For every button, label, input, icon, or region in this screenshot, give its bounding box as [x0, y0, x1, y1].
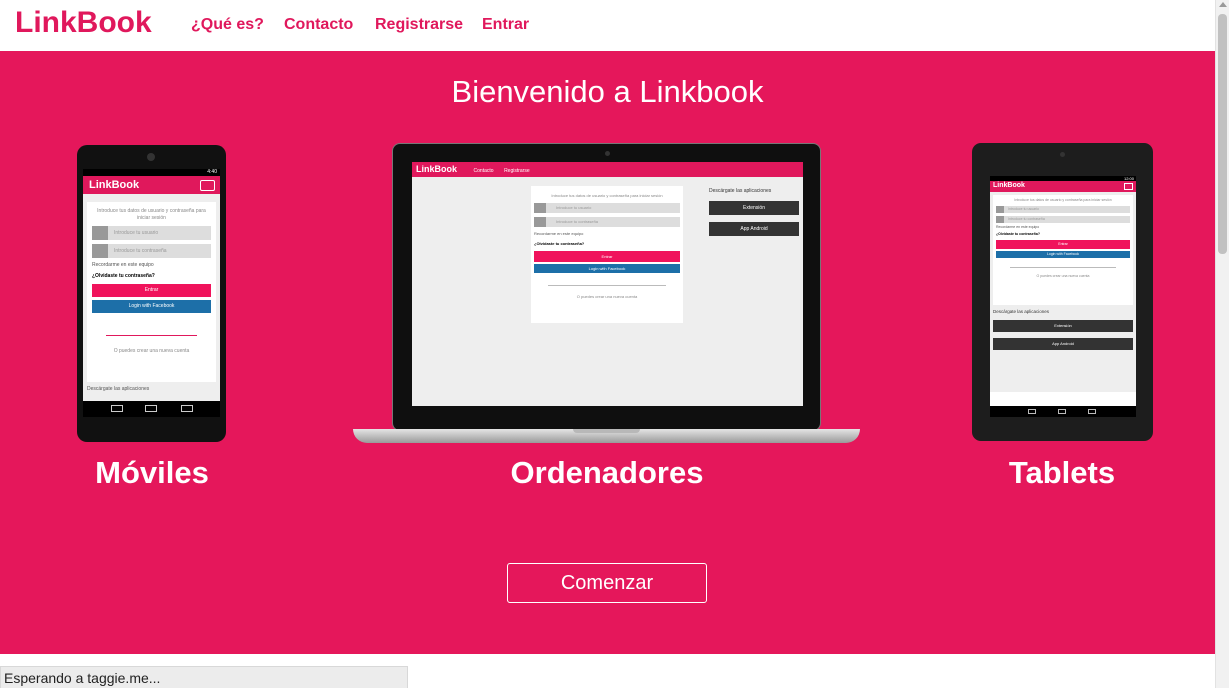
nav-link-registrarse[interactable]: Registrarse [375, 16, 463, 34]
laptop-android-button: App Android [709, 222, 799, 236]
lock-icon [534, 217, 546, 227]
tablet-screen: 12:00 LinkBook Introduce tus datos de us… [990, 176, 1136, 406]
laptop-login-intro: Introduce tus datos de usuario y contras… [551, 193, 663, 198]
phone-signup-text: O puedes crear una nueva cuenta [113, 348, 190, 354]
phone-app-bar: LinkBook [83, 176, 220, 194]
laptop-divider [548, 285, 666, 286]
laptop-app-brand: LinkBook [416, 164, 458, 174]
tablet-login-card: Introduce tus datos de usuario y contras… [993, 195, 1133, 305]
phone-camera [147, 153, 155, 161]
top-navbar: LinkBook ¿Qué es? Contacto Registrarse E… [0, 0, 1215, 51]
tablet-username-field: Introduce tu usuario [996, 206, 1130, 213]
hamburger-menu-icon [200, 180, 215, 191]
tablet-remember-checkbox: Recordarme en este equipo [996, 225, 1040, 229]
label-tablets: Tablets [1008, 455, 1116, 490]
phone-forgot-link: ¿Olvidaste tu contraseña? [92, 273, 155, 279]
user-icon [996, 206, 1004, 213]
tablet-extension-button: Extensión [993, 320, 1133, 332]
home-icon [145, 405, 157, 412]
tablet-divider [1010, 267, 1116, 268]
tablet-app-bar: LinkBook [990, 181, 1136, 192]
laptop-apps-panel: Descárgate las aplicaciones Extensión Ap… [709, 188, 799, 236]
phone-mockup: 4:40 LinkBook Introduce tus datos de usu… [77, 145, 226, 442]
comenzar-button[interactable]: Comenzar [507, 563, 707, 603]
tablet-android-button: App Android [993, 338, 1133, 350]
brand-logo[interactable]: LinkBook [15, 6, 152, 40]
label-moviles: Móviles [95, 455, 209, 490]
phone-password-field: Introduce tu contraseña [92, 244, 211, 258]
user-icon [534, 203, 546, 213]
lock-icon [996, 216, 1004, 223]
phone-login-intro: Introduce tus datos de usuario y contras… [97, 208, 206, 221]
back-icon [1028, 409, 1036, 414]
laptop-forgot-link: ¿Olvidaste tu contraseña? [534, 241, 585, 246]
user-icon [92, 226, 108, 240]
laptop-base [353, 429, 860, 443]
laptop-login-card: Introduce tus datos de usuario y contras… [531, 186, 683, 323]
home-icon [1058, 409, 1066, 414]
laptop-screen: LinkBook Contacto Registrarse Introduce … [412, 162, 803, 406]
laptop-app-bar: LinkBook Contacto Registrarse [412, 162, 803, 177]
laptop-nav-contacto: Contacto [473, 168, 494, 174]
nav-link-que-es[interactable]: ¿Qué es? [191, 16, 264, 34]
tablet-app-brand: LinkBook [993, 182, 1025, 189]
tablet-camera [1060, 152, 1065, 157]
tablet-facebook-button: Login with Facebook [996, 251, 1130, 258]
phone-apps-title: Descárgate las aplicaciones [87, 386, 150, 392]
phone-facebook-button: Login with Facebook [92, 300, 211, 313]
laptop-username-field: Introduce tu usuario [534, 203, 680, 213]
recent-apps-icon [1088, 409, 1096, 414]
phone-screen: 4:40 LinkBook Introduce tus datos de usu… [83, 169, 220, 401]
laptop-apps-title: Descárgate las aplicaciones [709, 188, 772, 194]
laptop-signup-text: O puedes crear una nueva cuenta [576, 294, 638, 299]
tablet-nav-bar [990, 406, 1136, 417]
scrollbar-thumb[interactable] [1218, 14, 1227, 254]
laptop-facebook-button: Login with Facebook [534, 264, 680, 273]
laptop-remember-checkbox: Recordarme en este equipo [534, 231, 584, 236]
laptop-password-field: Introduce tu contraseña [534, 217, 680, 227]
phone-username-field: Introduce tu usuario [92, 226, 211, 240]
phone-status-time: 4:40 [83, 169, 220, 176]
lock-icon [92, 244, 108, 258]
phone-remember-checkbox: Recordarme en este equipo [92, 262, 154, 268]
phone-login-card: Introduce tus datos de usuario y contras… [87, 202, 216, 382]
phone-divider [106, 335, 197, 336]
phone-nav-bar [83, 401, 220, 417]
tablet-forgot-link: ¿Olvidaste tu contraseña? [996, 232, 1040, 236]
tablet-mockup: 12:00 LinkBook Introduce tus datos de us… [972, 143, 1153, 441]
back-icon [111, 405, 123, 412]
browser-status-bar: Esperando a taggie.me... [0, 666, 408, 688]
nav-link-entrar[interactable]: Entrar [482, 16, 529, 34]
tablet-login-intro: Introduce tus datos de usuario y contras… [1014, 198, 1112, 202]
hamburger-menu-icon [1124, 183, 1133, 190]
phone-login-button: Entrar [92, 284, 211, 297]
phone-app-brand: LinkBook [89, 179, 140, 191]
phone-app-body: Introduce tus datos de usuario y contras… [83, 194, 220, 401]
tablet-apps-title: Descárgate las aplicaciones [993, 309, 1050, 314]
laptop-notch [573, 429, 640, 433]
page-scrollbar[interactable] [1215, 0, 1229, 688]
tablet-login-button: Entrar [996, 240, 1130, 249]
nav-link-contacto[interactable]: Contacto [284, 16, 353, 34]
tablet-signup-text: O puedes crear una nueva cuenta [1036, 274, 1090, 278]
laptop-extension-button: Extensión [709, 201, 799, 215]
laptop-mockup: LinkBook Contacto Registrarse Introduce … [392, 143, 821, 431]
tablet-app-body: Introduce tus datos de usuario y contras… [990, 192, 1136, 392]
tablet-password-field: Introduce tu contraseña [996, 216, 1130, 223]
recent-apps-icon [181, 405, 193, 412]
laptop-camera [605, 151, 610, 156]
laptop-login-button: Entrar [534, 251, 680, 262]
hero-section: Bienvenido a Linkbook 4:40 LinkBook Intr… [0, 51, 1215, 654]
hero-title: Bienvenido a Linkbook [451, 74, 764, 109]
label-ordenadores: Ordenadores [510, 455, 704, 490]
scroll-up-arrow-icon[interactable] [1219, 2, 1227, 7]
laptop-nav-registrarse: Registrarse [504, 168, 530, 174]
